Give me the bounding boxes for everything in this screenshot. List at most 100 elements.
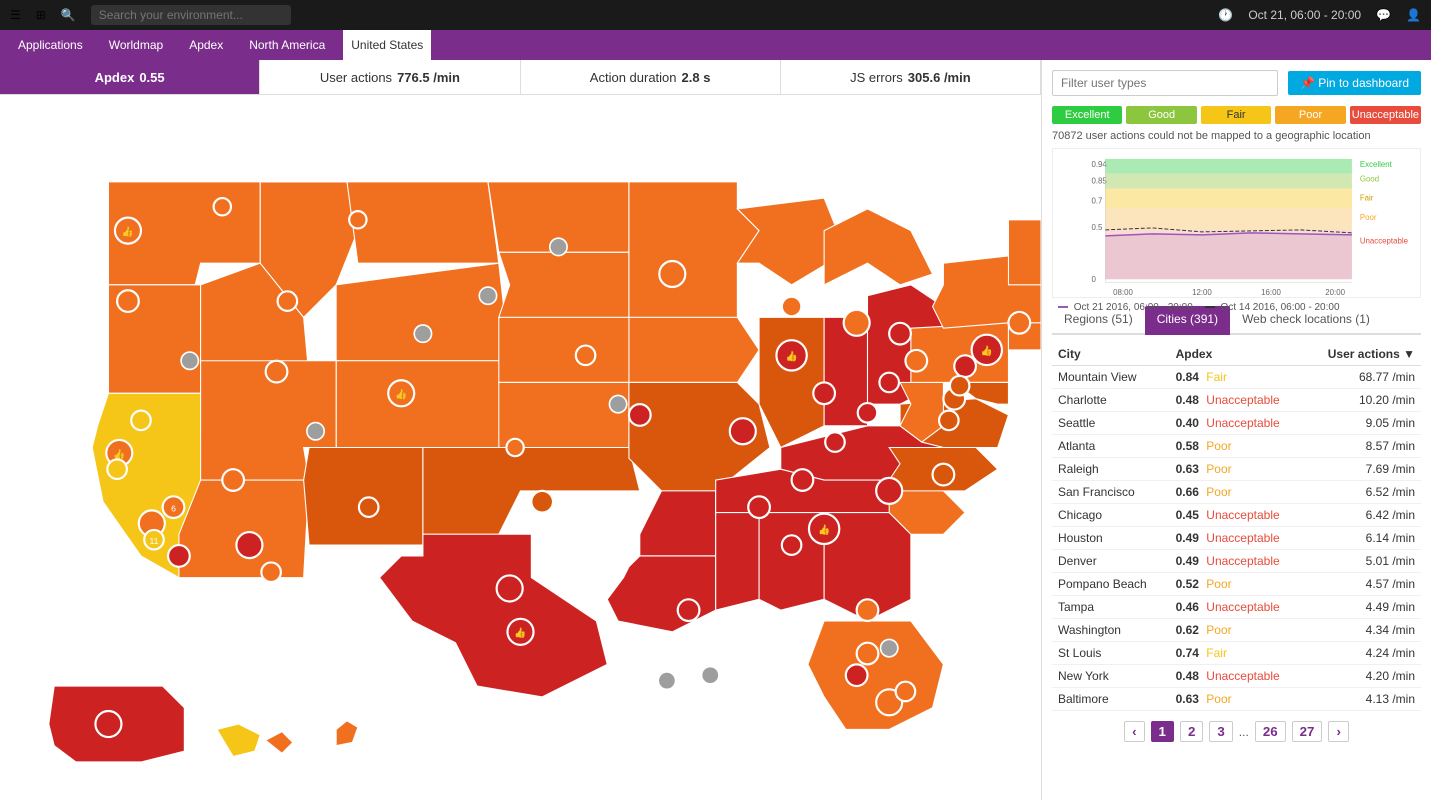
filter-input[interactable] bbox=[1052, 70, 1278, 96]
city-sd[interactable] bbox=[168, 545, 190, 567]
city-sacramento[interactable] bbox=[131, 411, 151, 431]
city-reno[interactable] bbox=[181, 352, 198, 369]
state-ne[interactable] bbox=[499, 317, 645, 382]
city-tucson[interactable] bbox=[261, 562, 281, 582]
city-info2[interactable] bbox=[414, 325, 431, 342]
breadcrumb-applications[interactable]: Applications bbox=[10, 30, 91, 60]
city-phoenix[interactable] bbox=[236, 532, 262, 558]
table-row[interactable]: Tampa 0.46 Unacceptable 4.49 /min bbox=[1052, 596, 1421, 619]
city-tampa[interactable] bbox=[846, 664, 868, 686]
search-input[interactable] bbox=[91, 5, 291, 25]
state-mi[interactable] bbox=[824, 209, 932, 285]
city-info4[interactable] bbox=[550, 238, 567, 255]
table-row[interactable]: Chicago 0.45 Unacceptable 6.42 /min bbox=[1052, 504, 1421, 527]
city-baltimore[interactable] bbox=[950, 376, 970, 396]
pagination-page-3[interactable]: 3 bbox=[1209, 721, 1232, 742]
state-wy[interactable] bbox=[336, 263, 510, 361]
city-kc[interactable] bbox=[629, 404, 651, 426]
state-hi-3[interactable] bbox=[336, 721, 358, 746]
city-info7[interactable] bbox=[658, 672, 675, 689]
pin-dashboard-button[interactable]: 📌 Pin to dashboard bbox=[1288, 71, 1421, 95]
city-louisville[interactable] bbox=[825, 432, 845, 452]
state-az[interactable] bbox=[179, 480, 309, 578]
table-row[interactable]: Mountain View 0.84 Fair 68.77 /min bbox=[1052, 366, 1421, 389]
city-info5[interactable] bbox=[609, 395, 626, 412]
table-row[interactable]: Washington 0.62 Poor 4.34 /min bbox=[1052, 619, 1421, 642]
pagination-page-2[interactable]: 2 bbox=[1180, 721, 1203, 742]
city-mountainview[interactable] bbox=[107, 459, 127, 479]
city-anchorage[interactable] bbox=[95, 711, 121, 737]
breadcrumb-apdex[interactable]: Apdex bbox=[181, 30, 231, 60]
city-cleveland[interactable] bbox=[889, 323, 911, 345]
col-user-actions[interactable]: User actions ▼ bbox=[1305, 343, 1421, 366]
city-info8[interactable] bbox=[702, 667, 719, 684]
state-tx[interactable] bbox=[380, 534, 608, 697]
hamburger-icon[interactable]: ☰ bbox=[10, 8, 21, 22]
map-container[interactable]: 👍 👍 👍 👍 bbox=[0, 95, 1041, 800]
city-omaha[interactable] bbox=[576, 346, 596, 366]
city-indianapolis[interactable] bbox=[813, 382, 835, 404]
state-il[interactable] bbox=[759, 317, 824, 447]
pagination-next[interactable]: › bbox=[1328, 721, 1348, 742]
table-row[interactable]: Denver 0.49 Unacceptable 5.01 /min bbox=[1052, 550, 1421, 573]
pagination-prev[interactable]: ‹ bbox=[1124, 721, 1144, 742]
chat-icon[interactable]: 💬 bbox=[1376, 8, 1391, 22]
table-row[interactable]: Pompano Beach 0.52 Poor 4.57 /min bbox=[1052, 573, 1421, 596]
city-abq[interactable] bbox=[359, 497, 379, 517]
city-orlando[interactable] bbox=[857, 643, 879, 665]
breadcrumb-unitedstates[interactable]: United States bbox=[343, 30, 431, 60]
state-ks[interactable] bbox=[499, 382, 629, 447]
table-row[interactable]: New York 0.48 Unacceptable 4.20 /min bbox=[1052, 665, 1421, 688]
state-hi-1[interactable] bbox=[217, 724, 260, 757]
city-vegas[interactable] bbox=[222, 469, 244, 491]
city-pittsburgh[interactable] bbox=[905, 350, 927, 372]
city-nashville[interactable] bbox=[792, 469, 814, 491]
pagination-page-1[interactable]: 1 bbox=[1151, 721, 1174, 742]
state-ok[interactable] bbox=[423, 448, 640, 535]
table-row[interactable]: Charlotte 0.48 Unacceptable 10.20 /min bbox=[1052, 389, 1421, 412]
state-ar[interactable] bbox=[640, 491, 716, 556]
city-richmond[interactable] bbox=[939, 411, 959, 431]
city-neworleans[interactable] bbox=[678, 599, 700, 621]
city-spokane[interactable] bbox=[214, 198, 231, 215]
city-jacksonville[interactable] bbox=[857, 599, 879, 621]
table-row[interactable]: Atlanta 0.58 Poor 8.57 /min bbox=[1052, 435, 1421, 458]
city-charlotte[interactable] bbox=[876, 478, 902, 504]
table-row[interactable]: Houston 0.49 Unacceptable 6.14 /min bbox=[1052, 527, 1421, 550]
city-info6[interactable] bbox=[881, 639, 898, 656]
table-row[interactable]: Baltimore 0.63 Poor 4.13 /min bbox=[1052, 688, 1421, 711]
city-philly[interactable] bbox=[954, 355, 976, 377]
state-la[interactable] bbox=[607, 556, 715, 632]
city-info3[interactable] bbox=[479, 287, 496, 304]
city-wichita[interactable] bbox=[506, 439, 523, 456]
city-okc[interactable] bbox=[531, 491, 553, 513]
city-raleigh[interactable] bbox=[933, 464, 955, 486]
city-cincinnati[interactable] bbox=[858, 403, 878, 423]
table-row[interactable]: Raleigh 0.63 Poor 7.69 /min bbox=[1052, 458, 1421, 481]
city-milwaukee[interactable] bbox=[782, 297, 802, 317]
city-dallas[interactable] bbox=[497, 575, 523, 601]
city-columbus[interactable] bbox=[879, 373, 899, 393]
pagination-page-26[interactable]: 26 bbox=[1255, 721, 1286, 742]
city-portland[interactable] bbox=[117, 290, 139, 312]
city-detroit[interactable] bbox=[844, 310, 870, 336]
table-row[interactable]: San Francisco 0.66 Poor 6.52 /min bbox=[1052, 481, 1421, 504]
table-row[interactable]: Seattle 0.40 Unacceptable 9.05 /min bbox=[1052, 412, 1421, 435]
state-ia[interactable] bbox=[629, 317, 759, 382]
breadcrumb-northamerica[interactable]: North America bbox=[241, 30, 333, 60]
table-row[interactable]: St Louis 0.74 Fair 4.24 /min bbox=[1052, 642, 1421, 665]
state-sd[interactable] bbox=[499, 252, 629, 317]
city-info1[interactable] bbox=[307, 423, 324, 440]
city-memphis[interactable] bbox=[748, 496, 770, 518]
city-boise[interactable] bbox=[278, 291, 298, 311]
state-fl[interactable] bbox=[808, 621, 944, 729]
user-icon[interactable]: 👤 bbox=[1406, 8, 1421, 22]
city-birmingham[interactable] bbox=[782, 535, 802, 555]
state-co[interactable] bbox=[336, 361, 510, 448]
city-slc[interactable] bbox=[266, 361, 288, 383]
pagination-page-27[interactable]: 27 bbox=[1292, 721, 1323, 742]
breadcrumb-worldmap[interactable]: Worldmap bbox=[101, 30, 171, 60]
state-hi-2[interactable] bbox=[266, 732, 293, 754]
state-nm[interactable] bbox=[304, 448, 423, 546]
city-boston[interactable] bbox=[1008, 312, 1030, 334]
